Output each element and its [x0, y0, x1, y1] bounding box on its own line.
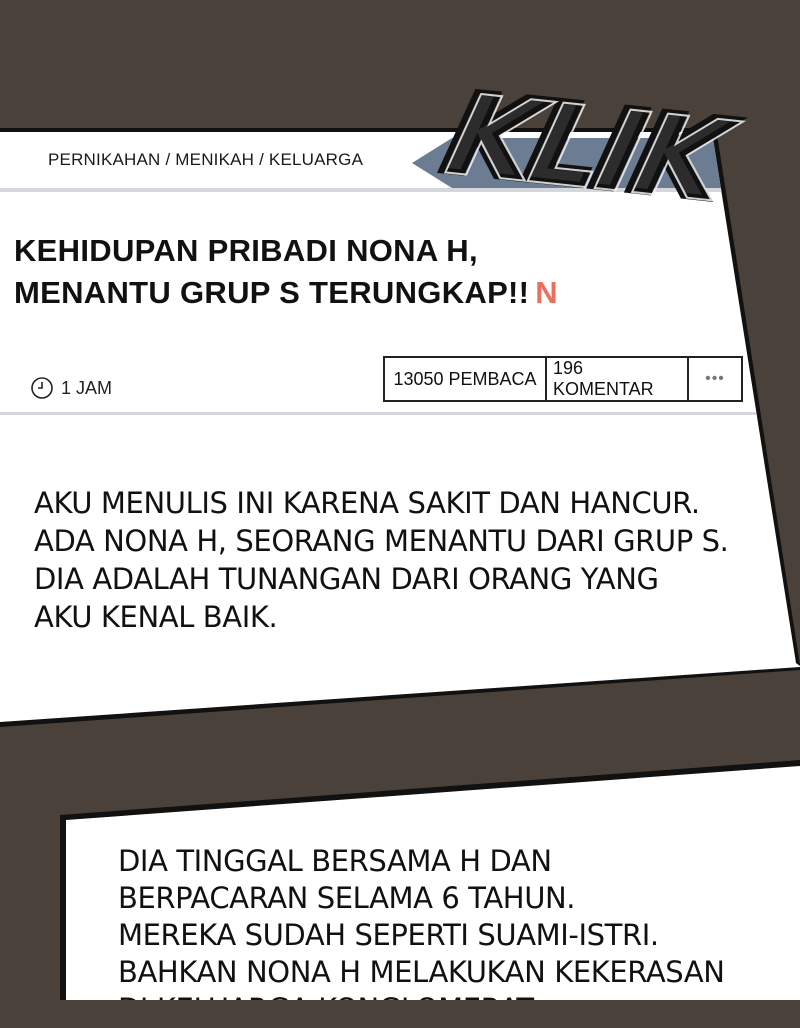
continuation-text: DIA TINGGAL BERSAMA H DAN BERPACARAN SEL…: [118, 843, 798, 1026]
post-body-line: AKU MENULIS INI KARENA SAKIT DAN HANCUR.: [34, 486, 700, 520]
post-title-line-1: KEHIDUPAN PRIBADI NONA H,: [14, 233, 478, 268]
readers-count: 13050 PEMBACA: [393, 368, 537, 389]
post-time: 1 JAM: [30, 376, 112, 400]
post-title[interactable]: KEHIDUPAN PRIBADI NONA H, MENANTU GRUP S…: [14, 230, 694, 314]
continuation-line: MEREKA SUDAH SEPERTI SUAMI-ISTRI.: [118, 918, 659, 952]
divider: [0, 412, 772, 415]
comments-count[interactable]: 196 KOMENTAR: [545, 358, 687, 400]
post-title-line-2: MENANTU GRUP S TERUNGKAP!! N: [14, 275, 558, 310]
continuation-line: BAHKAN NONA H MELAKUKAN KEKERASAN: [118, 955, 725, 989]
clock-icon: [30, 376, 54, 400]
category-breadcrumb[interactable]: PERNIKAHAN / MENIKAH / KELUARGA: [48, 150, 363, 170]
post-time-label: 1 JAM: [61, 377, 113, 398]
post-body-line: DIA ADALAH TUNANGAN DARI ORANG YANG: [34, 562, 659, 596]
post-body: AKU MENULIS INI KARENA SAKIT DAN HANCUR.…: [34, 484, 734, 636]
post-body-line: AKU KENAL BAIK.: [34, 600, 278, 634]
new-badge: N: [535, 275, 558, 310]
continuation-line: BERPACARAN SELAMA 6 TAHUN.: [118, 881, 576, 915]
sound-effect-highlight: KLIK: [435, 70, 738, 228]
continuation-line: DI KELUARGA KONGLOMERAT: [118, 992, 534, 1026]
post-stats: 13050 PEMBACA 196 KOMENTAR •••: [383, 356, 743, 402]
continuation-line: DIA TINGGAL BERSAMA H DAN: [118, 844, 552, 878]
more-icon[interactable]: •••: [687, 358, 741, 400]
post-body-line: ADA NONA H, SEORANG MENANTU DARI GRUP S.: [34, 524, 729, 558]
